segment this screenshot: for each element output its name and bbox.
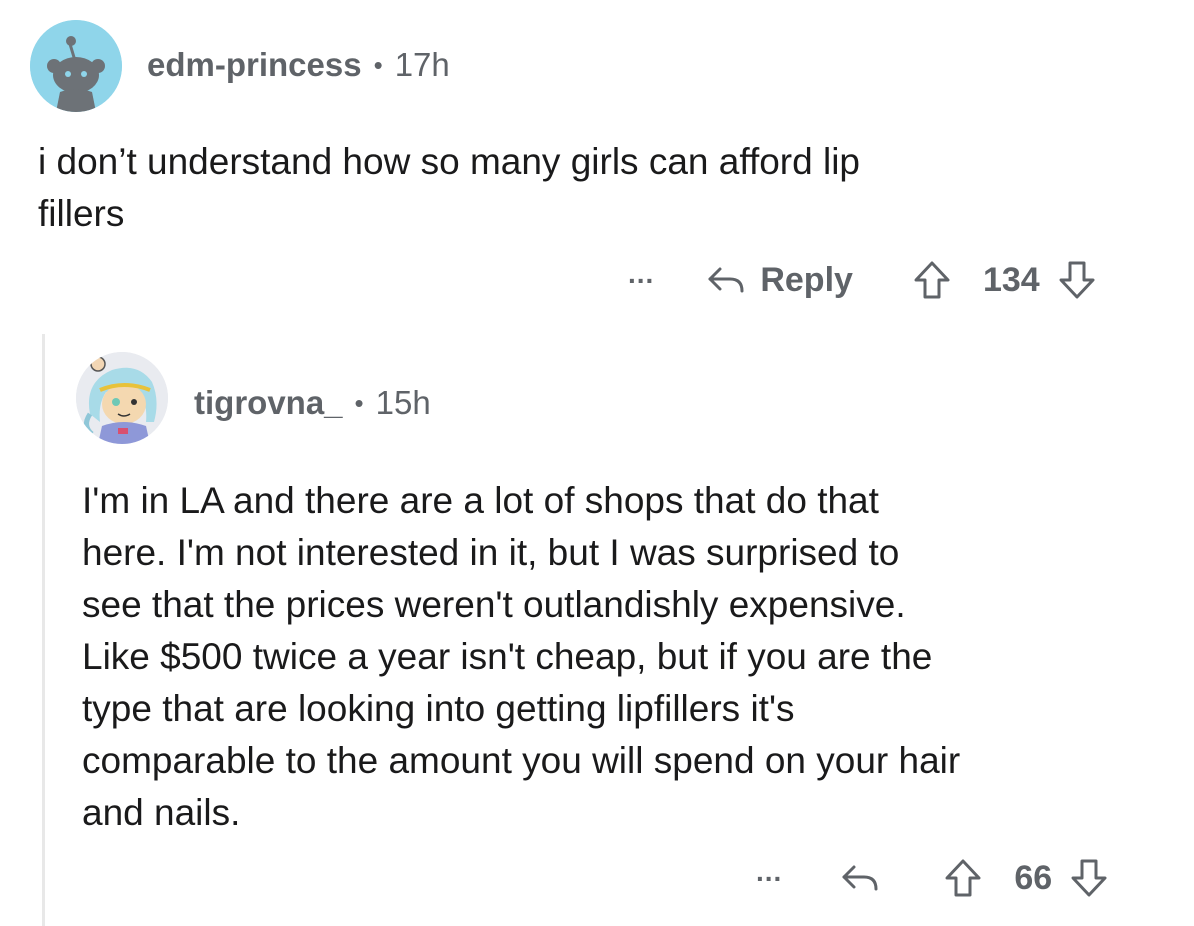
reply-label: Reply xyxy=(760,260,853,299)
meta-separator: • xyxy=(373,49,383,80)
thread-collapse-line[interactable] xyxy=(42,334,45,926)
downvote-arrow-icon xyxy=(1059,261,1095,299)
comment-body-line: fillers xyxy=(38,193,125,234)
upvote-button[interactable] xyxy=(944,858,982,898)
upvote-arrow-icon xyxy=(945,859,981,897)
downvote-arrow-icon xyxy=(1071,859,1107,897)
comment-body-line: Like $500 twice a year isn't cheap, but … xyxy=(82,636,933,677)
comment-meta: edm-princess • 17h xyxy=(147,46,450,84)
user-avatar[interactable] xyxy=(30,20,122,112)
comment-timestamp: 15h xyxy=(375,384,431,421)
reply-arrow-icon xyxy=(708,267,744,293)
comment-actions: ... 66 xyxy=(756,856,1108,898)
comment-body-line: I'm in LA and there are a lot of shops t… xyxy=(82,480,879,521)
downvote-button[interactable] xyxy=(1070,858,1108,898)
comment-body-line: i don’t understand how so many girls can… xyxy=(38,141,861,182)
comment-meta: tigrovna_ • 15h xyxy=(194,384,431,422)
downvote-button[interactable] xyxy=(1058,260,1096,300)
username-link[interactable]: tigrovna_ xyxy=(194,384,343,422)
comment-body-line: and nails. xyxy=(82,792,241,833)
vote-score: 66 xyxy=(1014,858,1053,897)
reply-button[interactable]: Reply xyxy=(706,261,853,300)
user-avatar[interactable] xyxy=(76,352,168,444)
reply-arrow-icon xyxy=(842,865,878,891)
upvote-button[interactable] xyxy=(913,260,951,300)
comment-body: i don’t understand how so many girls can… xyxy=(38,136,860,240)
comment-body-line: type that are looking into getting lipfi… xyxy=(82,688,795,729)
meta-separator: • xyxy=(354,387,364,418)
comment-timestamp: 17h xyxy=(394,46,450,83)
comment-body-line: here. I'm not interested in it, but I wa… xyxy=(82,532,900,573)
character-avatar-icon xyxy=(76,352,168,444)
comment-body: I'm in LA and there are a lot of shops t… xyxy=(82,475,960,839)
upvote-arrow-icon xyxy=(914,261,950,299)
reply-button[interactable] xyxy=(840,861,880,895)
reddit-snoo-avatar-icon xyxy=(30,20,122,112)
comment-body-line: comparable to the amount you will spend … xyxy=(82,740,961,781)
comment-actions: ... Reply 134 xyxy=(628,258,1096,300)
username-link[interactable]: edm-princess xyxy=(147,46,362,84)
vote-score: 134 xyxy=(982,260,1040,299)
comment-body-line: see that the prices weren't outlandishly… xyxy=(82,584,906,625)
more-options-button[interactable]: ... xyxy=(628,258,654,290)
more-options-button[interactable]: ... xyxy=(756,856,782,888)
